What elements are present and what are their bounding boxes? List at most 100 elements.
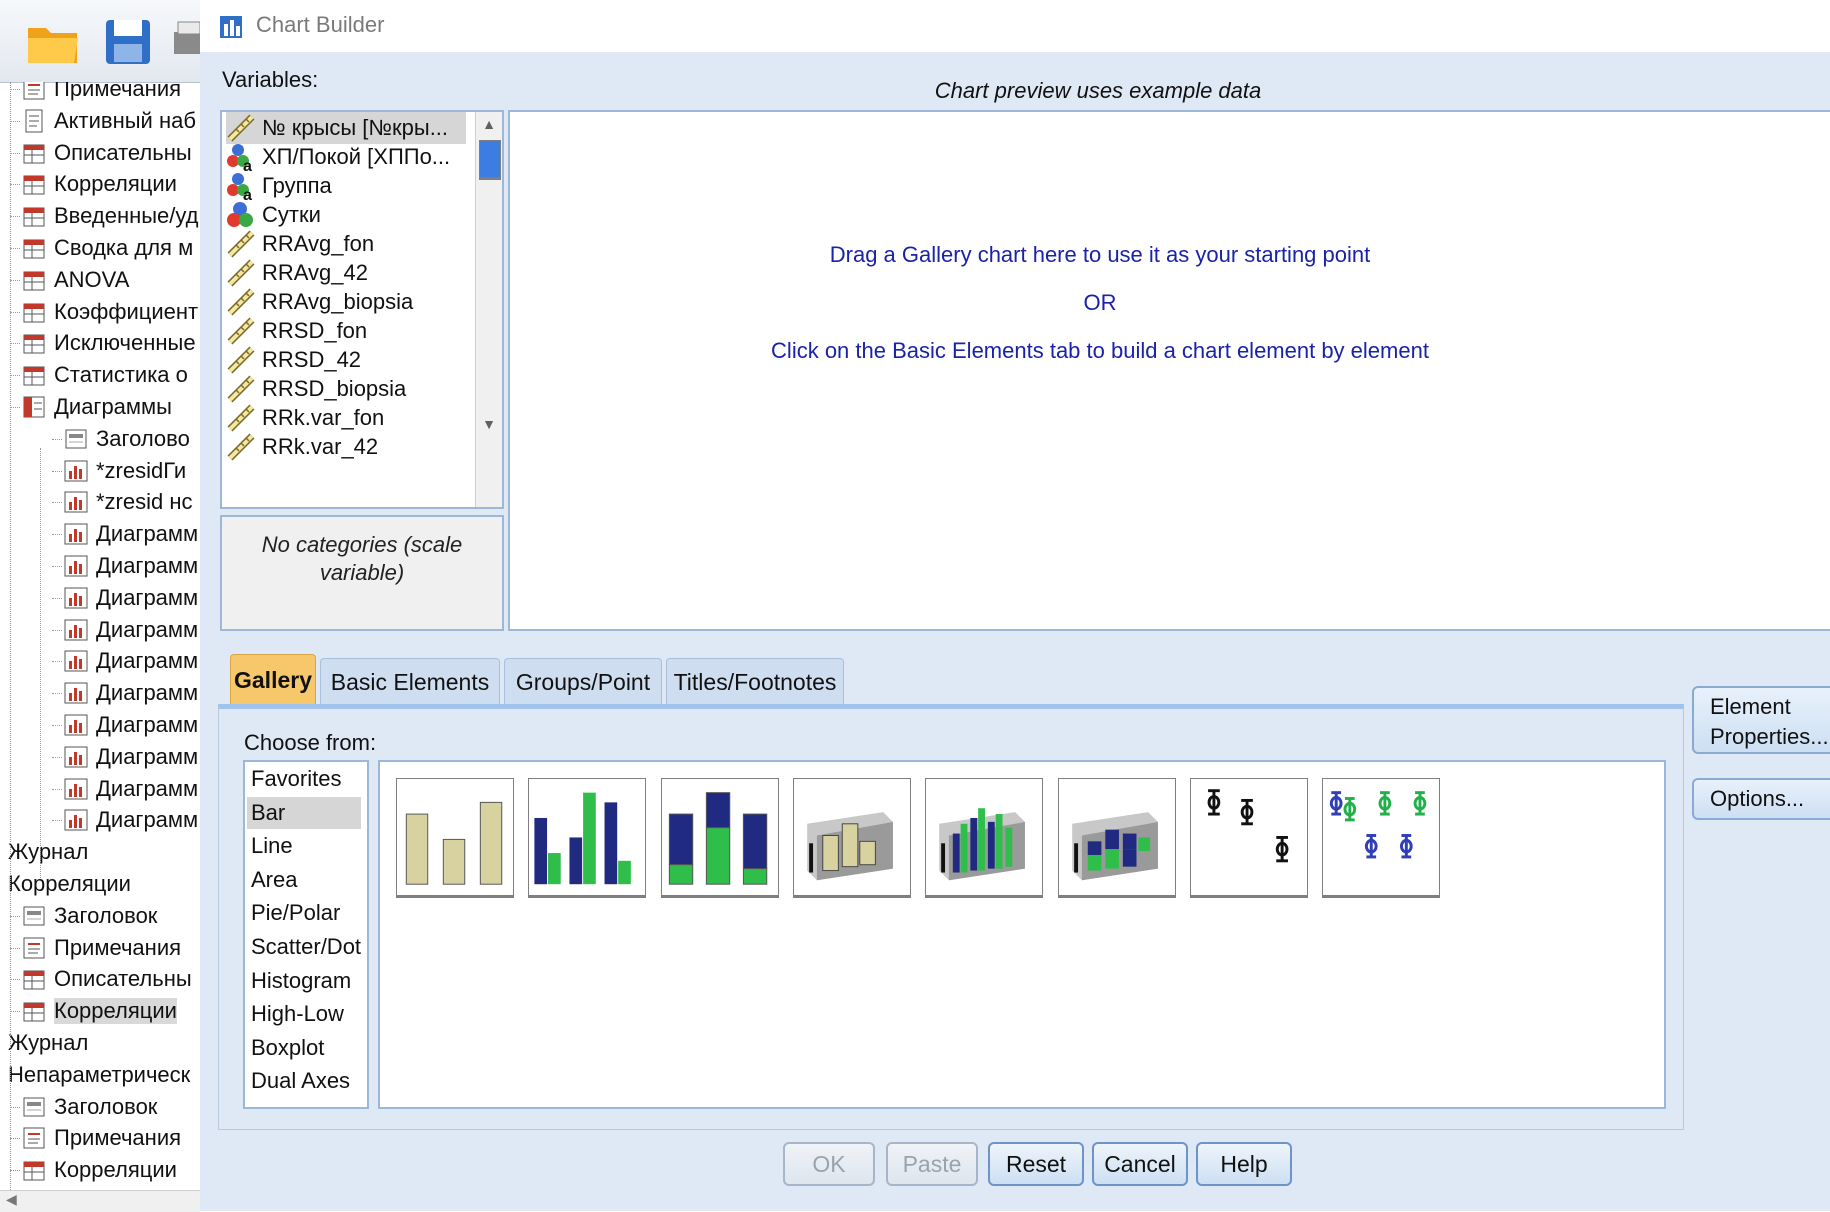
gallery-thumbnail[interactable] — [1189, 778, 1308, 898]
tree-item[interactable]: Диаграмм — [62, 615, 198, 645]
variable-item[interactable]: RRAvg_biopsia — [226, 286, 466, 318]
tree-item[interactable]: Примечания — [20, 933, 181, 963]
chart-type-item[interactable]: Area — [247, 864, 361, 896]
variable-item[interactable]: RRSD_fon — [226, 315, 466, 347]
chart-type-item[interactable]: High-Low — [247, 998, 361, 1030]
chart-type-item[interactable]: Bar — [247, 796, 361, 829]
chart-type-item[interactable]: Pie/Polar — [247, 897, 361, 929]
variable-item[interactable]: № крысы [№кры... — [226, 112, 466, 144]
tree-connector — [52, 820, 62, 822]
scrollbar-thumb[interactable] — [479, 140, 501, 180]
tree-item[interactable]: Описательны — [20, 964, 192, 994]
variable-item[interactable]: RRSD_biopsia — [226, 373, 466, 405]
variable-item[interactable]: RRSD_42 — [226, 344, 466, 376]
tab-gallery[interactable]: Gallery — [230, 654, 316, 705]
print-icon[interactable] — [170, 14, 200, 68]
variables-list[interactable]: № крысы [№кры... a ХП/Покой [ХППо... a Групп… — [220, 110, 504, 509]
variable-item[interactable]: RRAvg_42 — [226, 257, 466, 289]
gallery-thumbnails-area[interactable] — [378, 760, 1666, 1109]
chart-type-item[interactable]: Dual Axes — [247, 1065, 361, 1097]
tree-item[interactable]: ANOVA — [20, 265, 129, 295]
gallery-thumbnail[interactable] — [660, 778, 779, 898]
ok-button[interactable]: OK — [783, 1142, 875, 1186]
tree-item[interactable]: Непараметрическ — [8, 1060, 190, 1090]
tree-item[interactable]: Описательны — [20, 138, 192, 168]
tree-item[interactable]: *zresidГи — [62, 456, 186, 486]
tree-item[interactable]: Активный наб — [20, 106, 196, 136]
tree-item[interactable]: Журнал — [8, 837, 88, 867]
tree-connector — [52, 756, 62, 758]
tree-item[interactable]: Введенные/уд — [20, 201, 199, 231]
tree-item[interactable]: Диаграмм — [62, 583, 198, 613]
tree-item[interactable]: Заголово — [62, 424, 190, 454]
tree-item[interactable]: Диаграмм — [62, 678, 198, 708]
tree-item[interactable]: Примечания — [20, 1123, 181, 1153]
chart-preview-canvas[interactable]: Drag a Gallery chart here to use it as y… — [508, 110, 1830, 631]
save-icon[interactable] — [100, 14, 158, 68]
variable-name: Группа — [262, 173, 332, 198]
chart-type-item[interactable]: Line — [247, 830, 361, 862]
variables-label: Variables: — [222, 67, 319, 92]
table-icon — [23, 366, 45, 386]
help-button[interactable]: Help — [1196, 1142, 1292, 1186]
tree-item[interactable]: Исключенные — [20, 328, 196, 358]
variable-item[interactable]: RRAvg_fon — [226, 228, 466, 260]
dialog-titlebar[interactable]: Chart Builder — [200, 0, 1830, 52]
tree-item[interactable]: Диаграммы — [20, 392, 172, 422]
gallery-thumbnail[interactable] — [925, 778, 1044, 898]
variable-item[interactable]: RRk.var_42 — [226, 431, 466, 463]
variable-item[interactable]: Сутки — [226, 199, 466, 231]
viewer-horizontal-scrollbar[interactable]: ◀ — [0, 1190, 200, 1212]
paste-button[interactable]: Paste — [886, 1142, 978, 1186]
chart-type-item[interactable]: Scatter/Dot — [247, 931, 361, 963]
chart-type-list[interactable]: Favorites Bar Line Area Pie/Polar Scatter/Dot… — [243, 760, 369, 1109]
chart-type-item[interactable]: Favorites — [247, 763, 361, 795]
variables-scrollbar[interactable]: ▲ ▼ — [475, 112, 502, 507]
tab-basic-elements[interactable]: Basic Elements — [320, 658, 500, 705]
tab-titles-footnotes[interactable]: Titles/Footnotes — [666, 658, 844, 705]
options-button[interactable]: Options... — [1692, 778, 1830, 820]
variable-item[interactable]: a ХП/Покой [ХППо... — [226, 141, 466, 173]
tree-item[interactable]: *zresid нс — [62, 487, 193, 517]
tree-connector — [52, 788, 62, 790]
scroll-left-icon[interactable]: ◀ — [6, 1191, 17, 1208]
tree-item[interactable]: Корреляции — [20, 996, 177, 1026]
scroll-up-icon[interactable]: ▲ — [476, 112, 502, 136]
tree-item[interactable]: Статистика о — [20, 360, 188, 390]
tree-item[interactable]: Диаграмм — [62, 774, 198, 804]
reset-button[interactable]: Reset — [988, 1142, 1084, 1186]
tree-item[interactable]: Диаграмм — [62, 519, 198, 549]
gallery-thumbnail[interactable] — [528, 778, 647, 898]
tree-item[interactable]: Диаграмм — [62, 805, 198, 835]
tree-item[interactable]: Корреляции — [8, 869, 131, 899]
gallery-thumbnail[interactable] — [1057, 778, 1176, 898]
variable-item[interactable]: a Группа — [226, 170, 466, 202]
tree-item[interactable]: Заголовок — [20, 901, 157, 931]
tree-item[interactable]: Диаграмм — [62, 646, 198, 676]
gallery-thumbnail[interactable] — [396, 778, 514, 898]
element-properties-button[interactable]: Element Properties... — [1692, 686, 1830, 754]
tab-groups-point-id[interactable]: Groups/Point ID — [504, 658, 662, 741]
tree-item[interactable]: Диаграмм — [62, 551, 198, 581]
variable-name: RRk.var_fon — [262, 405, 385, 430]
tree-item[interactable]: Корреляции — [20, 1155, 177, 1185]
tree-item[interactable]: Корреляции — [20, 169, 177, 199]
tree-item[interactable]: Диаграмм — [62, 710, 198, 740]
chart-type-item[interactable]: Histogram — [247, 965, 361, 997]
gallery-thumbnail[interactable] — [1322, 778, 1441, 898]
variable-name: ХП/Покой [ХППо... — [262, 144, 451, 169]
cancel-button[interactable]: Cancel — [1092, 1142, 1188, 1186]
tree-item[interactable]: Коэффициент — [20, 297, 198, 327]
tree-item[interactable]: Примечания — [20, 82, 181, 104]
tree-item[interactable]: Заголовок — [20, 1092, 157, 1122]
variable-item[interactable]: RRk.var_fon — [226, 402, 466, 434]
tree-item[interactable]: Журнал — [8, 1028, 88, 1058]
scroll-down-icon[interactable]: ▼ — [476, 412, 502, 436]
variable-name: Сутки — [262, 202, 321, 227]
open-folder-icon[interactable] — [24, 14, 82, 68]
dialog-title: Chart Builder — [256, 12, 385, 37]
chart-type-item[interactable]: Boxplot — [247, 1032, 361, 1064]
tree-item[interactable]: Сводка для м — [20, 233, 193, 263]
gallery-thumbnail[interactable] — [792, 778, 911, 898]
tree-item[interactable]: Диаграмм — [62, 742, 198, 772]
